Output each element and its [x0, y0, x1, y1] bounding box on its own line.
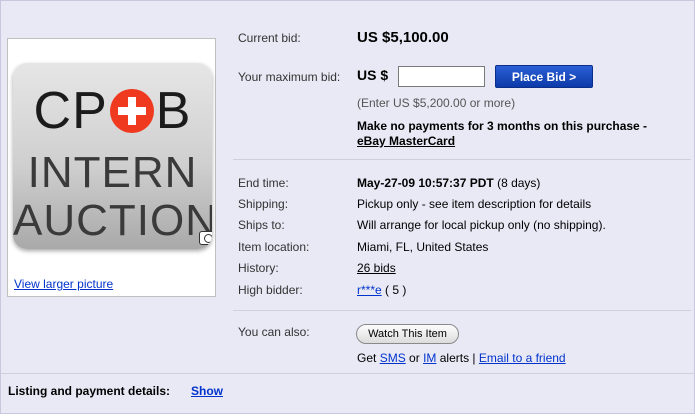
alerts-row: Get SMS or IM alerts | Email to a friend — [357, 351, 566, 365]
logo-line-1: CP B — [13, 83, 212, 139]
watch-item-button[interactable]: Watch This Item — [356, 324, 459, 344]
bid-hint: (Enter US $5,200.00 or more) — [357, 96, 516, 110]
show-details-link[interactable]: Show — [191, 384, 223, 398]
plus-icon — [109, 89, 154, 133]
im-link[interactable]: IM — [423, 351, 436, 365]
logo-line-2: INTERN — [27, 148, 198, 197]
promo-text: Make no payments for 3 months on this pu… — [357, 119, 648, 133]
email-to-friend-link[interactable]: Email to a friend — [479, 351, 566, 365]
alerts-text: alerts | — [439, 351, 476, 365]
ships-to-label: Ships to: — [238, 218, 285, 232]
logo-text-b: B — [155, 82, 192, 140]
end-time-label: End time: — [238, 176, 289, 190]
or-text: or — [409, 351, 420, 365]
divider — [233, 159, 691, 160]
end-time-remaining: (8 days) — [497, 176, 541, 190]
logo-line-3: AUCTION — [13, 196, 212, 245]
magnifier-icon[interactable] — [199, 231, 212, 245]
high-bidder-score: ( 5 ) — [385, 283, 407, 297]
item-location-value: Miami, FL, United States — [357, 240, 489, 254]
max-bid-input[interactable] — [398, 66, 485, 87]
get-text: Get — [357, 351, 377, 365]
high-bidder-value: r***e ( 5 ) — [357, 283, 406, 297]
shipping-value: Pickup only - see item description for d… — [357, 197, 592, 211]
ships-to-value: Will arrange for local pickup only (no s… — [357, 218, 606, 232]
max-bid-currency: US $ — [357, 67, 389, 83]
item-image[interactable]: CP B INTERN AUCTION — [13, 63, 212, 249]
listing-payment-details-label: Listing and payment details: — [8, 384, 171, 398]
high-bidder-label: High bidder: — [238, 283, 303, 297]
item-location-label: Item location: — [238, 240, 310, 254]
end-time-value: May-27-09 10:57:37 PDT (8 days) — [357, 176, 540, 190]
item-image-box: CP B INTERN AUCTION View larger picture — [7, 38, 216, 297]
max-bid-label: Your maximum bid: — [238, 70, 341, 84]
sms-link[interactable]: SMS — [380, 351, 406, 365]
logo-text-cp: CP — [33, 82, 108, 140]
current-bid-label: Current bid: — [238, 31, 301, 45]
end-time-date: May-27-09 10:57:37 PDT — [357, 176, 494, 190]
you-can-also-label: You can also: — [238, 325, 310, 339]
ebay-mastercard-link[interactable]: eBay MasterCard — [357, 134, 455, 148]
high-bidder-link[interactable]: r***e — [357, 283, 382, 297]
view-larger-picture-link[interactable]: View larger picture — [14, 277, 113, 291]
place-bid-button[interactable]: Place Bid > — [495, 65, 593, 88]
shipping-label: Shipping: — [238, 197, 289, 211]
item-bid-panel: CP B INTERN AUCTION View larger picture … — [0, 0, 695, 414]
divider — [1, 373, 694, 374]
bid-history-link[interactable]: 26 bids — [357, 261, 396, 275]
history-label: History: — [238, 261, 279, 275]
divider — [233, 310, 691, 311]
current-bid-value: US $5,100.00 — [357, 29, 449, 46]
